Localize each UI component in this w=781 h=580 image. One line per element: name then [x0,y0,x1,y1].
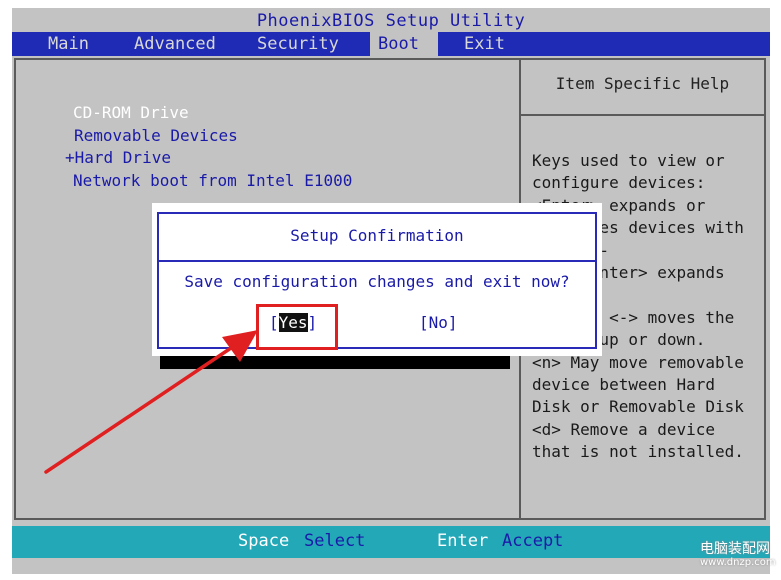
annotation-arrow-icon [44,330,258,474]
watermark-cn: 电脑装配网 [700,541,770,557]
watermark: 电脑装配网 www.dnzp.com [700,541,776,569]
watermark-en: www.dnzp.com [700,557,776,568]
